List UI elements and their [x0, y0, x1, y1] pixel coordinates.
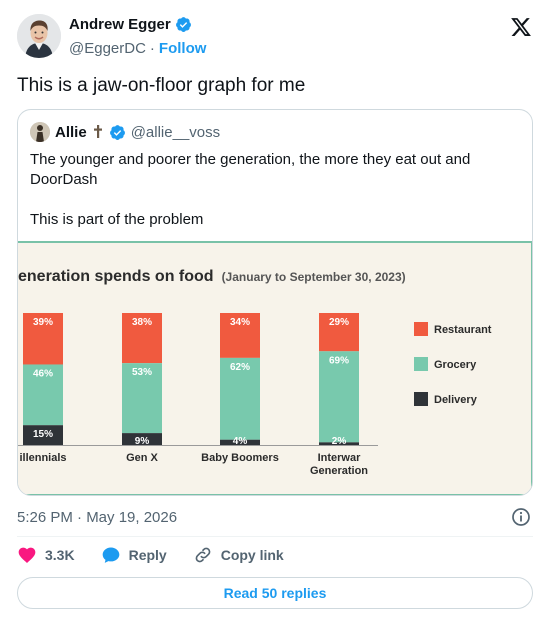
category-label: Generation	[310, 465, 368, 477]
info-icon[interactable]	[511, 507, 531, 527]
link-icon	[195, 547, 211, 563]
legend-label: Delivery	[434, 394, 478, 406]
data-label: 29%	[329, 317, 349, 328]
quoted-verified-badge-icon	[109, 124, 125, 140]
divider	[17, 536, 533, 537]
author-handle-row: @EggerDC · Follow	[69, 40, 206, 57]
quoted-avatar[interactable]	[30, 122, 50, 142]
category-label: illennials	[19, 452, 66, 464]
reply-bubble-icon	[102, 547, 119, 563]
quoted-text: The younger and poorer the generation, t…	[30, 150, 520, 250]
reply-button[interactable]: Reply	[101, 545, 167, 565]
data-label: 4%	[233, 436, 248, 447]
legend-swatch-grocery	[414, 357, 428, 371]
reply-label: Reply	[128, 547, 167, 563]
quoted-paragraph-2: This is part of the problem	[30, 211, 204, 228]
x-logo-icon[interactable]	[510, 16, 532, 38]
legend-swatch-restaurant	[414, 322, 428, 336]
action-bar: 3.3K Reply Copy link	[17, 545, 310, 565]
category-label: Baby Boomers	[201, 452, 279, 464]
data-label: 2%	[332, 436, 347, 447]
data-label: 46%	[33, 368, 53, 379]
author-name-row[interactable]: Andrew Egger	[69, 16, 192, 33]
quoted-name[interactable]: Allie	[55, 124, 87, 141]
legend-swatch-delivery	[414, 392, 428, 406]
verified-badge-icon	[175, 17, 191, 32]
quoted-handle[interactable]: @allie__voss	[131, 124, 220, 141]
chart-title: eneration spends on food	[18, 268, 214, 285]
chart-image[interactable]: eneration spends on food (January to Sept…	[18, 241, 532, 495]
follow-button[interactable]: Follow	[159, 40, 207, 57]
author-handle[interactable]: @EggerDC	[69, 40, 146, 57]
data-label: 53%	[132, 367, 152, 378]
author-name[interactable]: Andrew Egger	[69, 16, 171, 33]
cross-emoji-icon	[93, 125, 102, 138]
read-replies-button[interactable]: Read 50 replies	[17, 577, 533, 609]
author-avatar[interactable]	[17, 14, 61, 58]
data-label: 9%	[135, 436, 150, 447]
data-label: 34%	[230, 317, 250, 328]
quoted-header: Allie @allie__voss	[30, 122, 220, 142]
tweet-card: Andrew Egger @EggerDC · Follow This is a…	[0, 0, 550, 626]
data-label: 39%	[33, 317, 53, 328]
stacked-bar-chart: eneration spends on food (January to Sept…	[18, 268, 492, 477]
category-label: Interwar	[318, 452, 362, 464]
copy-link-label: Copy link	[220, 547, 284, 563]
data-label: 15%	[33, 429, 53, 440]
legend-label: Grocery	[434, 359, 477, 371]
data-label: 62%	[230, 362, 250, 373]
data-label: 38%	[132, 317, 152, 328]
heart-icon	[18, 547, 36, 563]
data-label: 69%	[329, 355, 349, 366]
like-count: 3.3K	[45, 547, 75, 563]
category-label: Gen X	[126, 452, 158, 464]
like-button[interactable]: 3.3K	[17, 545, 75, 565]
legend-label: Restaurant	[434, 324, 492, 336]
chart-subtitle: (January to September 30, 2023)	[222, 270, 406, 284]
copy-link-button[interactable]: Copy link	[193, 545, 284, 565]
separator-dot: ·	[149, 40, 155, 57]
quoted-tweet[interactable]: Allie @allie__voss The younger and poore…	[17, 109, 533, 496]
tweet-text: This is a jaw-on-floor graph for me	[17, 75, 306, 96]
quoted-paragraph-1: The younger and poorer the generation, t…	[30, 151, 471, 188]
timestamp[interactable]: 5:26 PM · May 19, 2026	[17, 509, 177, 526]
